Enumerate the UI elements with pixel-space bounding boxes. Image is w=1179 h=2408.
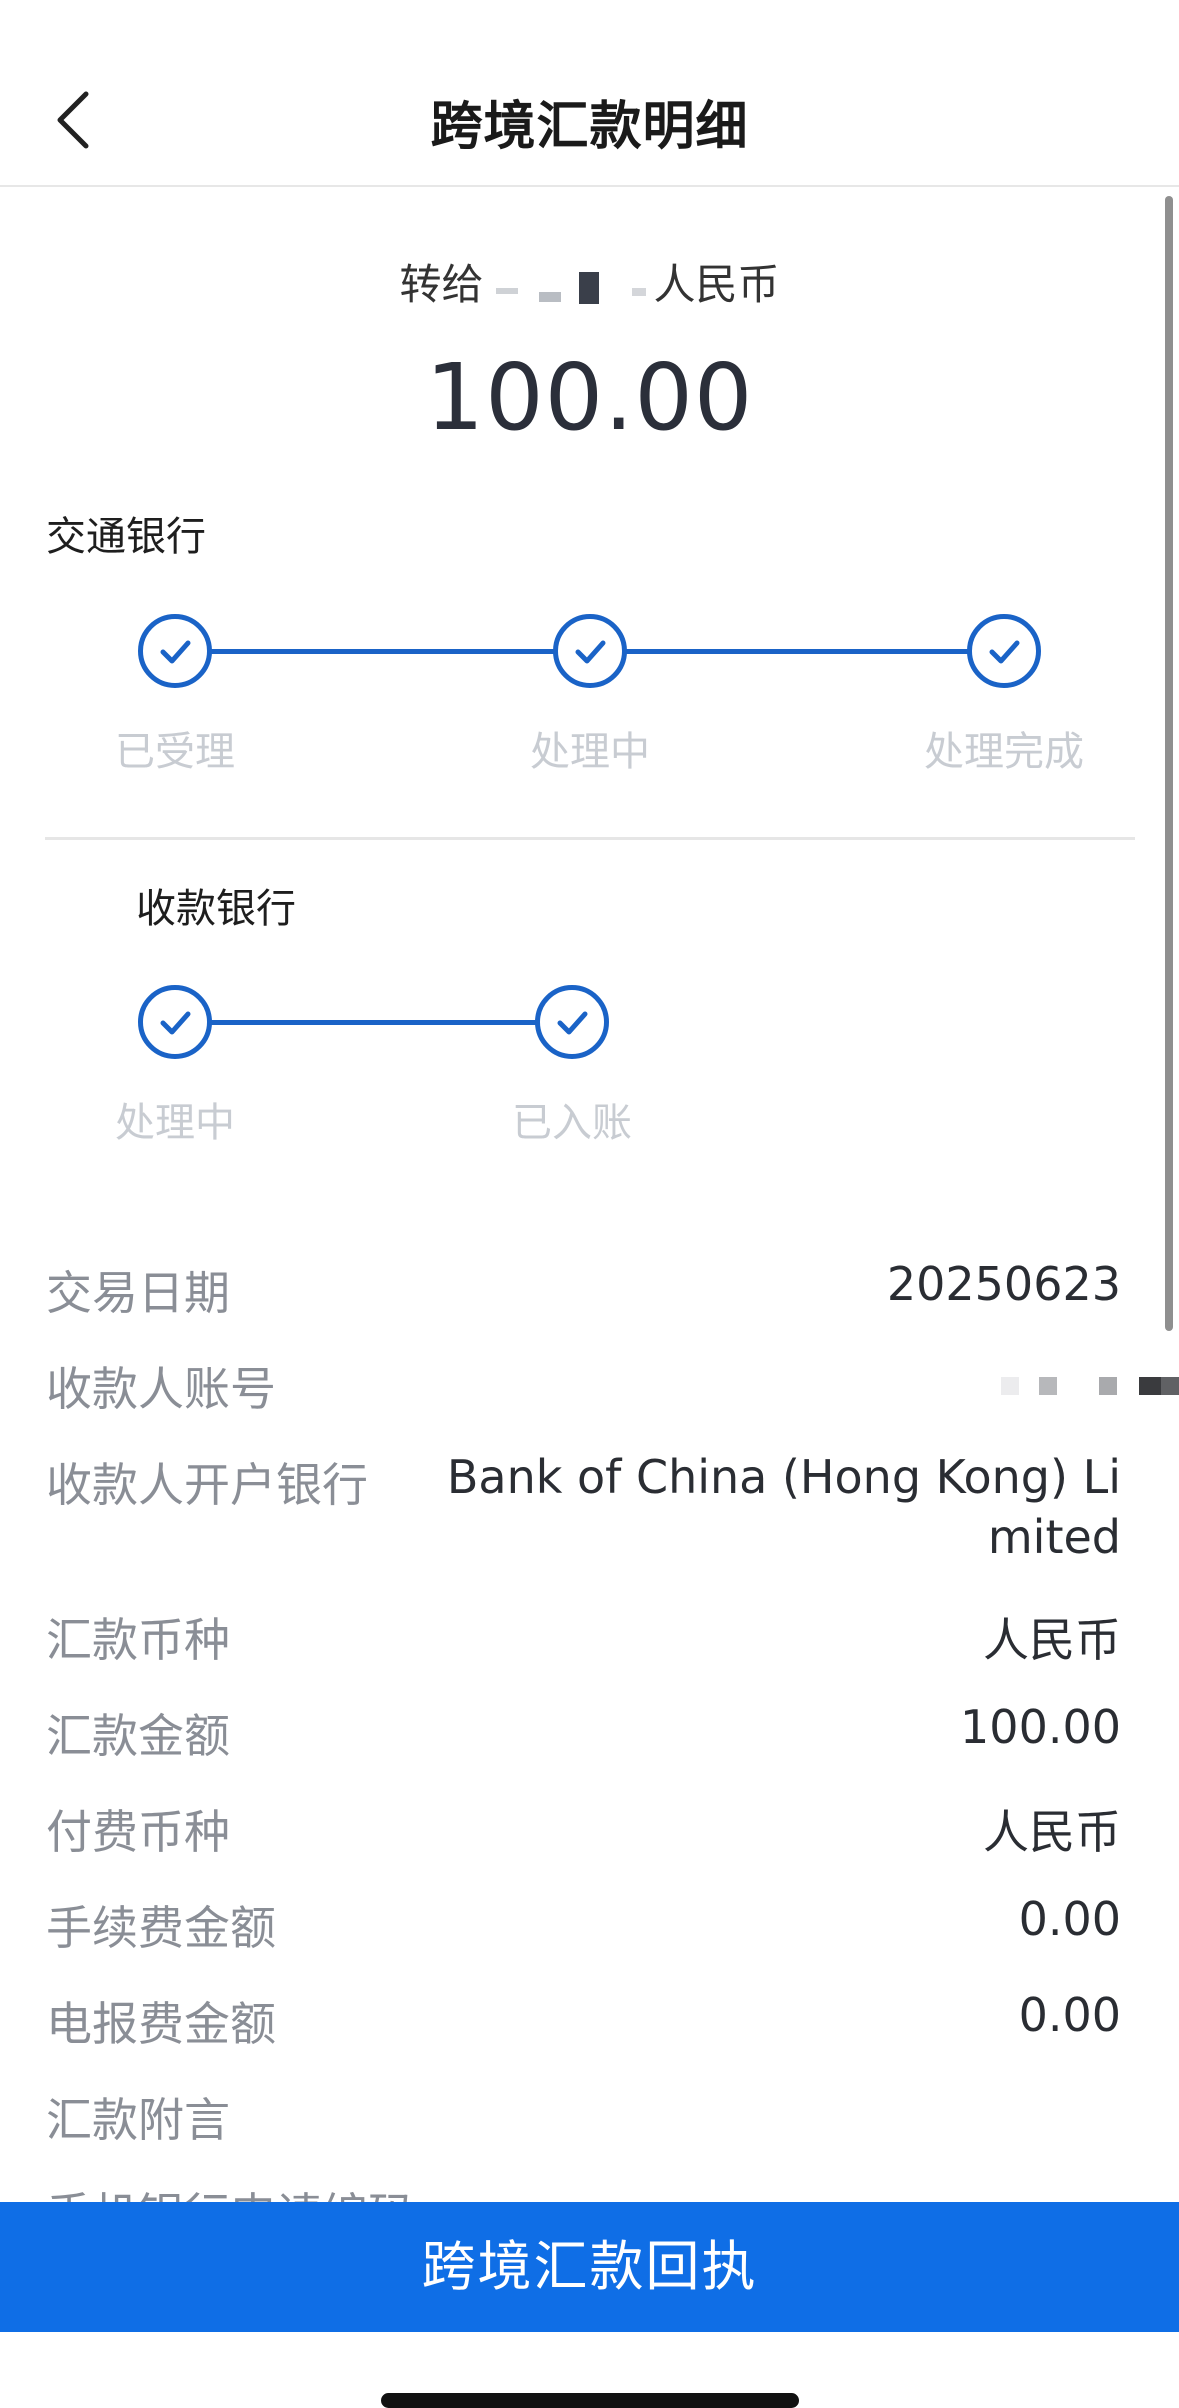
- home-indicator[interactable]: [381, 2393, 799, 2408]
- masked-recipient-name: [484, 266, 654, 310]
- app-code-label: 手机银行申请编码: [46, 2179, 414, 2202]
- payer-step-1-label: 已受理: [115, 729, 235, 775]
- currency-label: 汇款币种: [46, 1613, 230, 1667]
- recipient-prefix: 转给: [399, 260, 484, 309]
- payee-progress-line: [175, 1020, 573, 1025]
- service-fee-label: 手续费金额: [46, 1901, 276, 1955]
- payer-bank-title: 交通银行: [46, 514, 206, 560]
- remark-label: 汇款附言: [46, 2093, 230, 2147]
- payer-progress-line-2: [590, 649, 1005, 654]
- payee-step-2-label: 已入账: [512, 1100, 632, 1146]
- check-icon: [989, 640, 1020, 664]
- bank-label: 收款人开户银行: [46, 1458, 368, 1512]
- page-title: 跨境汇款明细: [430, 97, 749, 157]
- telegraph-fee-value: 0.00: [1018, 1988, 1121, 2042]
- payer-step-3-label: 处理完成: [924, 729, 1084, 775]
- account-label: 收款人账号: [46, 1362, 276, 1416]
- payer-step-1-check: [138, 614, 212, 688]
- payer-step-2-check: [553, 614, 627, 688]
- payee-step-1-label: 处理中: [115, 1100, 235, 1146]
- remit-amount-value: 100.00: [960, 1700, 1121, 1754]
- date-value: 20250623: [886, 1257, 1121, 1311]
- detail-content[interactable]: 转给 人民币 100.00 交通银行 已受理 处理中 处理完成 收款银行 处理中 …: [0, 189, 1179, 2202]
- bank-value: Bank of China (Hong Kong) Li mited: [421, 1447, 1121, 1567]
- recipient-suffix: 人民币: [653, 260, 780, 309]
- payer-step-2-label: 处理中: [530, 729, 650, 775]
- remit-amount-label: 汇款金额: [46, 1709, 230, 1763]
- bank-value-line-2: mited: [987, 1510, 1121, 1564]
- fee-currency-label: 付费币种: [46, 1805, 230, 1859]
- transfer-amount: 100.00: [425, 344, 754, 451]
- header-bar: 跨境汇款明细: [0, 0, 1179, 187]
- section-divider: [45, 837, 1135, 840]
- payer-step-3-check: [967, 614, 1041, 688]
- bank-value-line-1: Bank of China (Hong Kong) Li: [446, 1450, 1121, 1504]
- fee-currency-value: 人民币: [983, 1805, 1121, 1859]
- date-label: 交易日期: [46, 1266, 230, 1320]
- payee-step-1-check: [138, 985, 212, 1059]
- service-fee-value: 0.00: [1018, 1892, 1121, 1946]
- check-icon: [557, 1011, 588, 1035]
- check-icon: [160, 1011, 191, 1035]
- payer-progress-line-1: [175, 649, 590, 654]
- scrollbar[interactable]: [1165, 196, 1173, 1331]
- currency-value: 人民币: [983, 1613, 1121, 1667]
- remittance-receipt-button[interactable]: 跨境汇款回执: [0, 2202, 1179, 2332]
- check-icon: [160, 640, 191, 664]
- recipient-line: 转给 人民币: [0, 251, 1179, 312]
- payee-bank-title: 收款银行: [136, 886, 296, 932]
- telegraph-fee-label: 电报费金额: [46, 1997, 276, 2051]
- payee-step-2-check: [535, 985, 609, 1059]
- check-icon: [575, 640, 606, 664]
